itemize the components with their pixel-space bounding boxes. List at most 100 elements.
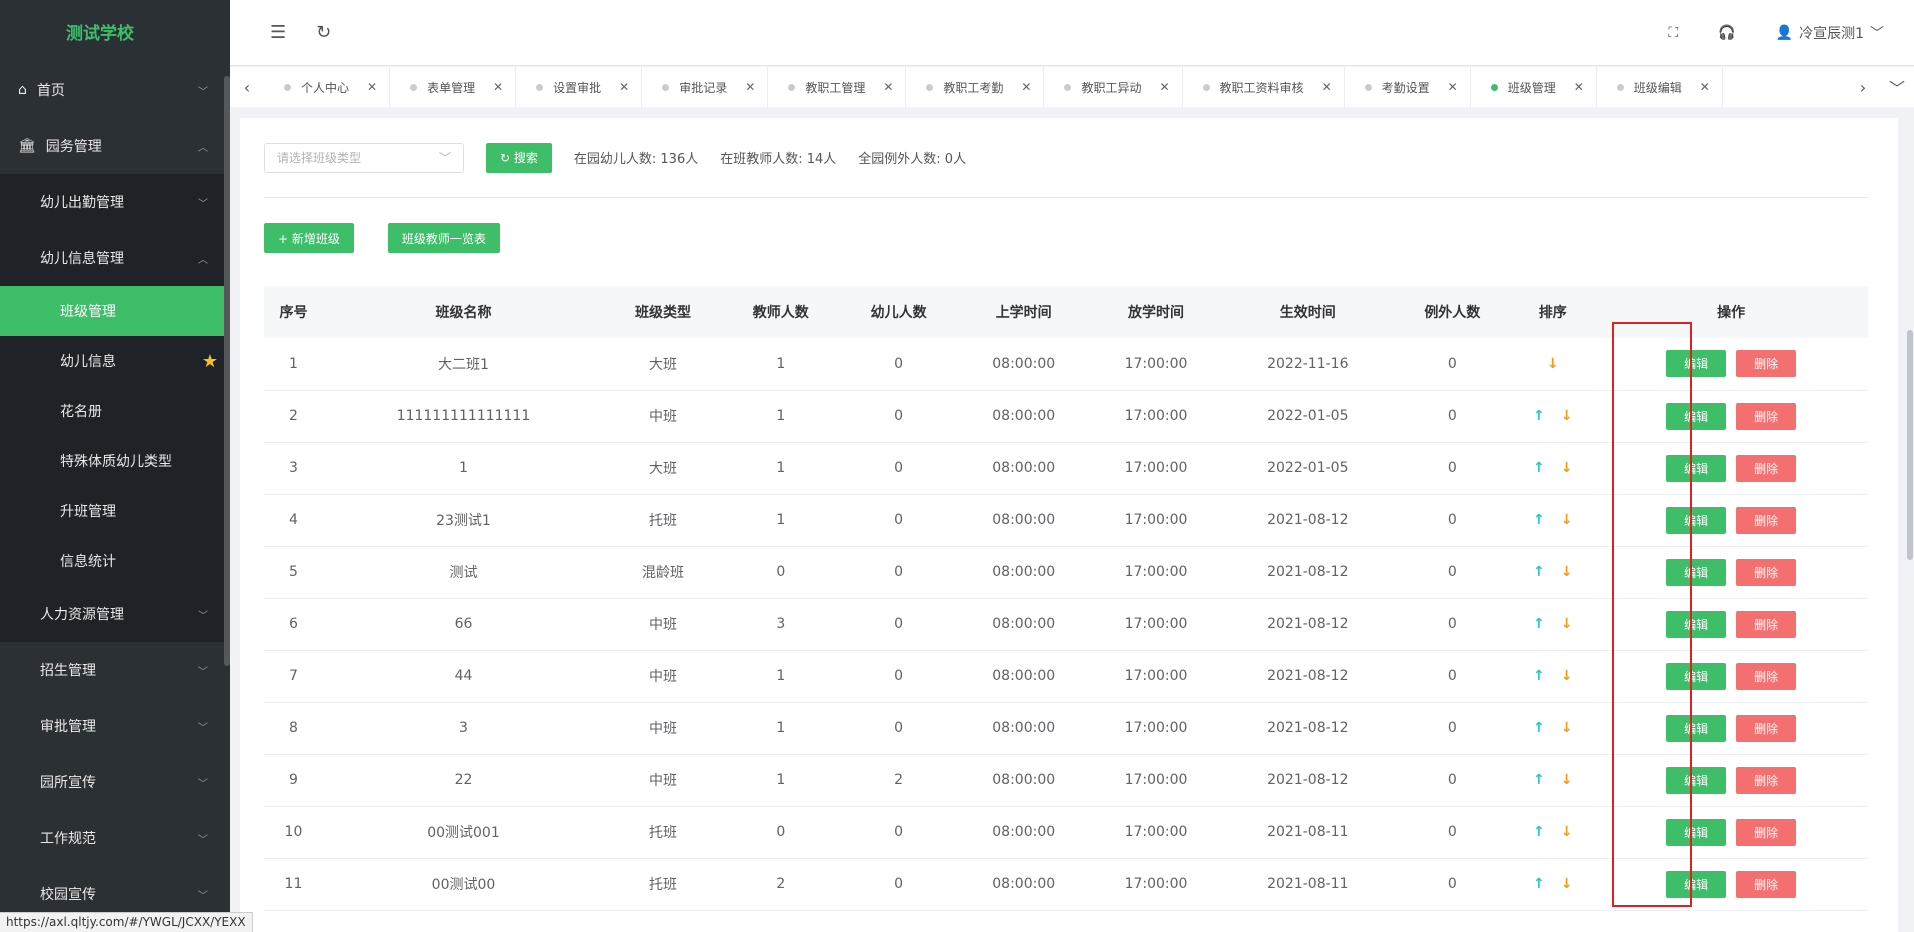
sidebar-item-roster[interactable]: 花名册 [0,386,230,436]
tab-item[interactable]: 表单管理 ✕ [390,65,517,109]
close-icon[interactable]: ✕ [367,80,377,94]
tab-prev-icon[interactable]: ‹ [230,78,264,97]
close-icon[interactable]: ✕ [1159,80,1169,94]
delete-button[interactable]: 删除 [1736,766,1797,794]
tab-item[interactable]: 班级编辑 ✕ [1597,65,1723,109]
sidebar-item-special[interactable]: 特殊体质幼儿类型 [0,436,230,486]
delete-button[interactable]: 删除 [1736,558,1797,586]
arrow-up-icon[interactable]: ↑ [1533,876,1545,892]
tab-dot-icon [536,83,544,91]
delete-button[interactable]: 删除 [1736,662,1797,690]
arrow-down-icon[interactable]: ↓ [1561,616,1573,632]
teacher-list-button[interactable]: 班级教师一览表 [387,223,500,253]
delete-button[interactable]: 删除 [1736,610,1797,638]
edit-button[interactable]: 编辑 [1666,610,1727,638]
arrow-down-icon[interactable]: ↓ [1561,668,1573,684]
arrow-up-icon[interactable]: ↑ [1533,720,1545,736]
delete-button[interactable]: 删除 [1736,506,1797,534]
arrow-down-icon[interactable]: ↓ [1561,564,1573,580]
search-button[interactable]: ↻ 搜索 [486,142,552,173]
tab-item[interactable]: 班级管理 ✕ [1471,65,1597,109]
edit-button[interactable]: 编辑 [1666,506,1727,534]
arrow-up-icon[interactable]: ↑ [1533,616,1545,632]
close-icon[interactable]: ✕ [1021,80,1031,94]
tab-next-icon[interactable]: › [1846,78,1880,97]
sidebar-item-class-mgmt[interactable]: 班级管理 [0,286,230,336]
sidebar-item-hr[interactable]: 人力资源管理 ﹀ [0,586,230,642]
tab-item[interactable]: 教职工考勤 ✕ [906,65,1045,109]
table-cell: 大班 [604,338,722,391]
class-type-select[interactable]: 请选择班级类型 ﹀ [264,142,464,173]
tab-item[interactable]: 教职工管理 ✕ [768,65,907,109]
sidebar-item-approval[interactable]: 审批管理 ﹀ [0,698,230,754]
sidebar-scrollbar[interactable] [224,76,230,666]
close-icon[interactable]: ✕ [745,80,755,94]
tab-item[interactable]: 考勤设置 ✕ [1345,65,1471,109]
close-icon[interactable]: ✕ [1322,80,1332,94]
headset-icon[interactable]: 🎧 [1718,25,1735,41]
add-class-button[interactable]: + 新增班级 [264,223,354,253]
edit-button[interactable]: 编辑 [1666,714,1727,742]
edit-button[interactable]: 编辑 [1666,558,1727,586]
sidebar-item-child-info-leaf[interactable]: 幼儿信息 ★ [0,336,230,386]
delete-button[interactable]: 删除 [1736,818,1797,846]
arrow-down-icon[interactable]: ↓ [1561,772,1573,788]
arrow-down-icon[interactable]: ↓ [1561,876,1573,892]
refresh-icon[interactable]: ↻ [316,22,331,43]
sidebar-item-child-info[interactable]: 幼儿信息管理 ︿ [0,230,230,286]
arrow-up-icon[interactable]: ↑ [1533,668,1545,684]
sidebar-item-enroll[interactable]: 招生管理 ﹀ [0,642,230,698]
sidebar-item-attendance[interactable]: 幼儿出勤管理 ﹀ [0,174,230,230]
star-icon[interactable]: ★ [202,351,218,372]
sidebar-item-stats[interactable]: 信息统计 [0,536,230,586]
fullscreen-icon[interactable]: ⛶ [1668,25,1678,41]
close-icon[interactable]: ✕ [1448,80,1458,94]
table-cell: 0 [839,390,958,443]
sort-cell: ↑ ↓ [1511,442,1595,495]
close-icon[interactable]: ✕ [493,80,503,94]
arrow-down-icon[interactable]: ↓ [1561,720,1573,736]
sort-cell: ↑ ↓ [1511,598,1595,651]
close-icon[interactable]: ✕ [1700,80,1710,94]
arrow-up-icon[interactable]: ↑ [1533,564,1545,580]
edit-button[interactable]: 编辑 [1666,402,1727,430]
delete-button[interactable]: 删除 [1736,350,1797,378]
arrow-up-icon[interactable]: ↑ [1533,824,1545,840]
menu-toggle-icon[interactable]: ☰ [270,22,286,43]
edit-button[interactable]: 编辑 [1666,350,1727,378]
close-icon[interactable]: ✕ [1574,80,1584,94]
edit-button[interactable]: 编辑 [1666,818,1727,846]
arrow-up-icon[interactable]: ↑ [1533,512,1545,528]
delete-button[interactable]: 删除 [1736,870,1797,898]
close-icon[interactable]: ✕ [619,80,629,94]
tab-item[interactable]: 教职工异动 ✕ [1044,65,1183,109]
content-scrollbar[interactable] [1907,330,1913,560]
sidebar-item-promo[interactable]: 园所宣传 ﹀ [0,754,230,810]
tab-dropdown-icon[interactable]: ﹀ [1880,75,1914,99]
sidebar-item-rules[interactable]: 工作规范 ﹀ [0,810,230,866]
arrow-down-icon[interactable]: ↓ [1547,356,1559,372]
edit-button[interactable]: 编辑 [1666,454,1727,482]
sidebar-item-home[interactable]: ⌂ 首页 ﹀ [0,62,230,118]
arrow-up-icon[interactable]: ↑ [1533,772,1545,788]
close-icon[interactable]: ✕ [883,80,893,94]
arrow-down-icon[interactable]: ↓ [1561,460,1573,476]
arrow-down-icon[interactable]: ↓ [1561,512,1573,528]
arrow-down-icon[interactable]: ↓ [1561,408,1573,424]
arrow-down-icon[interactable]: ↓ [1561,824,1573,840]
tab-item[interactable]: 教职工资料审核 ✕ [1183,65,1345,109]
edit-button[interactable]: 编辑 [1666,662,1727,690]
tab-item[interactable]: 个人中心 ✕ [264,65,391,109]
delete-button[interactable]: 删除 [1736,714,1797,742]
delete-button[interactable]: 删除 [1736,454,1797,482]
edit-button[interactable]: 编辑 [1666,766,1727,794]
delete-button[interactable]: 删除 [1736,402,1797,430]
sidebar-item-promote[interactable]: 升班管理 [0,486,230,536]
arrow-up-icon[interactable]: ↑ [1533,460,1545,476]
user-menu[interactable]: 👤 冷宣辰测1 ﹀ [1776,23,1884,43]
sidebar-item-garden[interactable]: 🏛 园务管理 ︿ [0,118,230,174]
arrow-up-icon[interactable]: ↑ [1533,408,1545,424]
edit-button[interactable]: 编辑 [1666,870,1727,898]
tab-item[interactable]: 审批记录 ✕ [642,65,769,109]
tab-item[interactable]: 设置审批 ✕ [516,65,643,109]
